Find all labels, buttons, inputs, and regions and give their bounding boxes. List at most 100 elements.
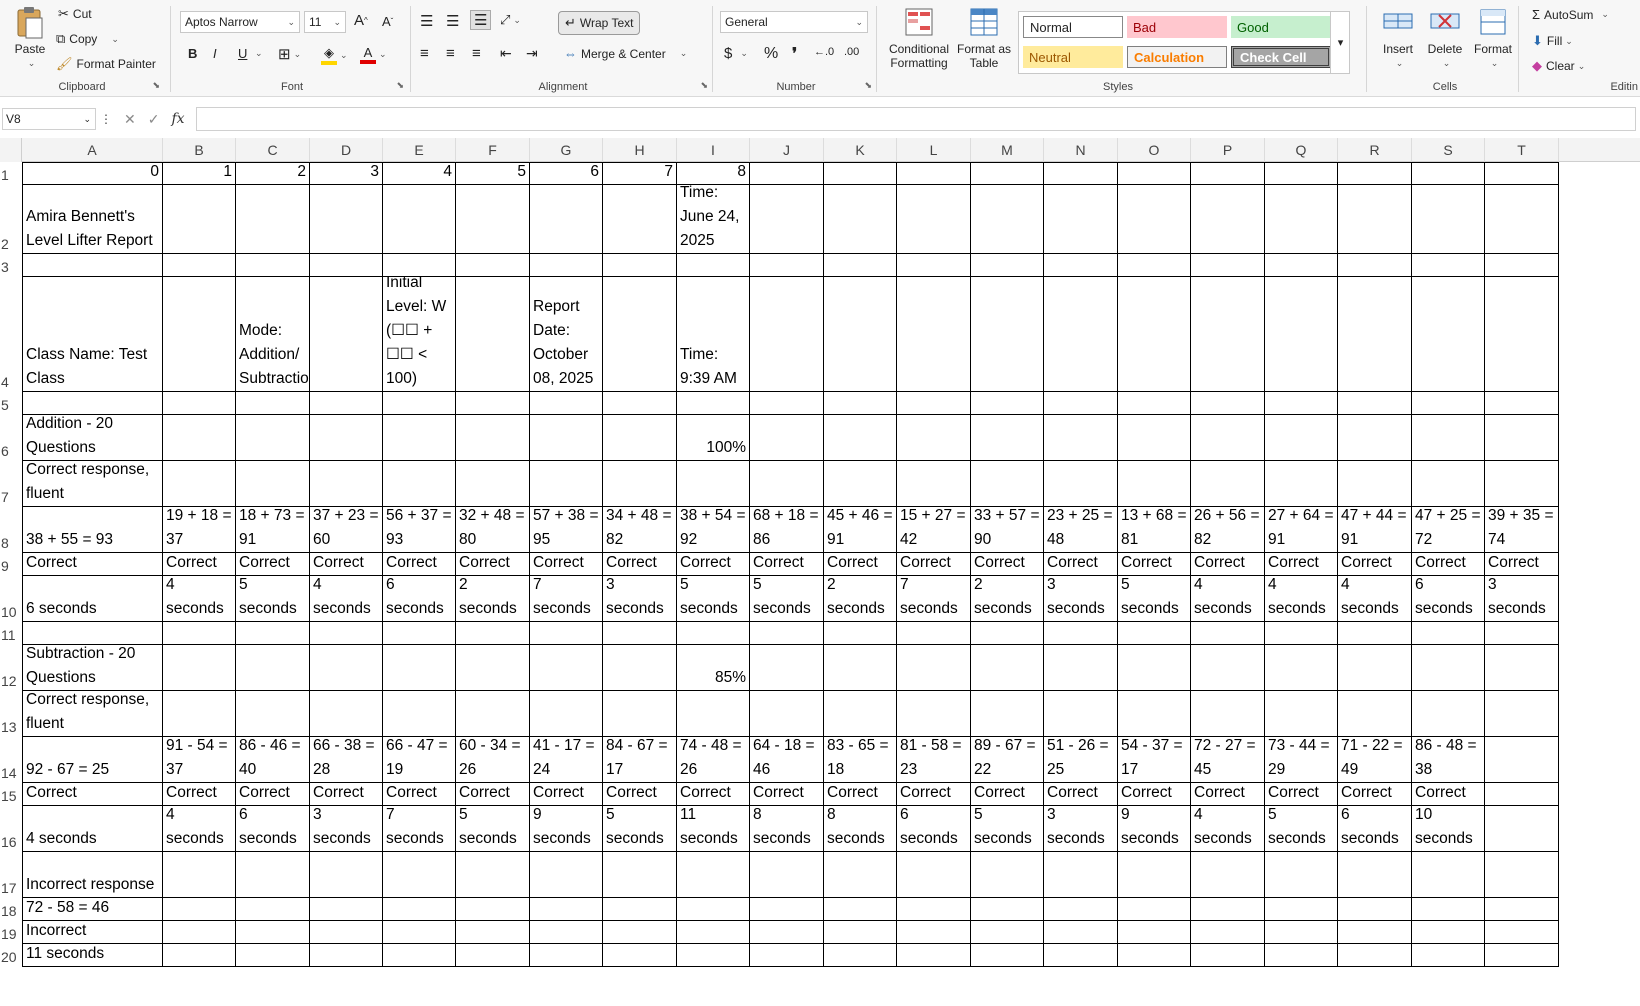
- cell-i1[interactable]: 8: [677, 162, 750, 185]
- cell-a10[interactable]: 6 seconds: [22, 576, 163, 622]
- cell-o7[interactable]: [1118, 461, 1191, 507]
- cell-b15[interactable]: Correct: [163, 783, 236, 806]
- cell-o18[interactable]: [1118, 898, 1191, 921]
- cell-a1[interactable]: 0: [22, 162, 163, 185]
- cell-h17[interactable]: [603, 852, 677, 898]
- align-left-icon[interactable]: ≡: [420, 45, 429, 62]
- cell-e6[interactable]: [383, 415, 456, 461]
- cell-e11[interactable]: [383, 622, 456, 645]
- cell-o3[interactable]: [1118, 254, 1191, 277]
- cell-s16[interactable]: 10 seconds: [1412, 806, 1485, 852]
- cell-h9[interactable]: Correct: [603, 553, 677, 576]
- cell-k14[interactable]: 83 - 65 = 18: [824, 737, 897, 783]
- percent-style-icon[interactable]: %: [764, 45, 778, 63]
- cell-j18[interactable]: [750, 898, 824, 921]
- cell-k12[interactable]: [824, 645, 897, 691]
- cell-h6[interactable]: [603, 415, 677, 461]
- cell-d5[interactable]: [310, 392, 383, 415]
- column-header-p[interactable]: P: [1191, 138, 1265, 162]
- cell-f18[interactable]: [456, 898, 530, 921]
- cell-j2[interactable]: [750, 185, 824, 254]
- cell-n8[interactable]: 23 + 25 = 48: [1044, 507, 1118, 553]
- cell-h4[interactable]: [603, 277, 677, 392]
- cell-s15[interactable]: Correct: [1412, 783, 1485, 806]
- middle-align-icon[interactable]: ☰: [446, 12, 459, 30]
- cell-i18[interactable]: [677, 898, 750, 921]
- fill-color-button[interactable]: ◈ ⌄: [321, 45, 348, 65]
- decrease-font-size-button[interactable]: Aˇ: [382, 14, 393, 29]
- cell-l13[interactable]: [897, 691, 971, 737]
- cell-i5[interactable]: [677, 392, 750, 415]
- number-launcher-icon[interactable]: ⬊: [864, 80, 872, 91]
- format-as-table-button[interactable]: Format as Table: [956, 6, 1012, 70]
- cell-g10[interactable]: 7 seconds: [530, 576, 603, 622]
- cell-o1[interactable]: [1118, 162, 1191, 185]
- cell-h18[interactable]: [603, 898, 677, 921]
- decrease-indent-icon[interactable]: ⇤: [500, 45, 512, 62]
- cell-r10[interactable]: 4 seconds: [1338, 576, 1412, 622]
- row-header-1[interactable]: 1: [0, 162, 22, 185]
- cell-a12[interactable]: Subtraction - 20 Questions: [22, 645, 163, 691]
- cell-e14[interactable]: 66 - 47 = 19: [383, 737, 456, 783]
- cell-k10[interactable]: 2 seconds: [824, 576, 897, 622]
- cell-l12[interactable]: [897, 645, 971, 691]
- cell-j15[interactable]: Correct: [750, 783, 824, 806]
- cell-j3[interactable]: [750, 254, 824, 277]
- cell-m2[interactable]: [971, 185, 1044, 254]
- cell-j5[interactable]: [750, 392, 824, 415]
- alignment-launcher-icon[interactable]: ⬊: [700, 80, 708, 91]
- cell-r16[interactable]: 6 seconds: [1338, 806, 1412, 852]
- cell-b13[interactable]: [163, 691, 236, 737]
- cell-c18[interactable]: [236, 898, 310, 921]
- cell-r5[interactable]: [1338, 392, 1412, 415]
- cell-d15[interactable]: Correct: [310, 783, 383, 806]
- cell-f17[interactable]: [456, 852, 530, 898]
- cell-h13[interactable]: [603, 691, 677, 737]
- cell-p3[interactable]: [1191, 254, 1265, 277]
- cell-b1[interactable]: 1: [163, 162, 236, 185]
- cell-e17[interactable]: [383, 852, 456, 898]
- cell-p2[interactable]: [1191, 185, 1265, 254]
- cell-i6[interactable]: 100%: [677, 415, 750, 461]
- cell-n15[interactable]: Correct: [1044, 783, 1118, 806]
- cell-m9[interactable]: Correct: [971, 553, 1044, 576]
- wrap-text-button[interactable]: ↵ Wrap Text: [558, 11, 641, 35]
- cell-p1[interactable]: [1191, 162, 1265, 185]
- cell-j19[interactable]: [750, 921, 824, 944]
- cell-a20[interactable]: 11 seconds: [22, 944, 163, 967]
- column-header-b[interactable]: B: [163, 138, 236, 162]
- cell-d8[interactable]: 37 + 23 = 60: [310, 507, 383, 553]
- cell-q20[interactable]: [1265, 944, 1338, 967]
- cell-n7[interactable]: [1044, 461, 1118, 507]
- cell-f12[interactable]: [456, 645, 530, 691]
- cell-t13[interactable]: [1485, 691, 1559, 737]
- cell-q13[interactable]: [1265, 691, 1338, 737]
- cell-b19[interactable]: [163, 921, 236, 944]
- cell-e4[interactable]: Initial Level: W (☐☐ + ☐☐ < 100): [383, 277, 456, 392]
- cell-s9[interactable]: Correct: [1412, 553, 1485, 576]
- cell-d20[interactable]: [310, 944, 383, 967]
- cell-j14[interactable]: 64 - 18 = 46: [750, 737, 824, 783]
- cell-l17[interactable]: [897, 852, 971, 898]
- column-header-a[interactable]: A: [22, 138, 163, 162]
- cell-m3[interactable]: [971, 254, 1044, 277]
- cell-f2[interactable]: [456, 185, 530, 254]
- cell-a3[interactable]: [22, 254, 163, 277]
- cell-d9[interactable]: Correct: [310, 553, 383, 576]
- cell-f3[interactable]: [456, 254, 530, 277]
- cell-i9[interactable]: Correct: [677, 553, 750, 576]
- cell-m14[interactable]: 89 - 67 = 22: [971, 737, 1044, 783]
- cell-b3[interactable]: [163, 254, 236, 277]
- cell-f7[interactable]: [456, 461, 530, 507]
- cell-h8[interactable]: 34 + 48 = 82: [603, 507, 677, 553]
- cell-l2[interactable]: [897, 185, 971, 254]
- cell-m1[interactable]: [971, 162, 1044, 185]
- cell-k3[interactable]: [824, 254, 897, 277]
- column-header-o[interactable]: O: [1118, 138, 1191, 162]
- cell-i10[interactable]: 5 seconds: [677, 576, 750, 622]
- cell-e16[interactable]: 7 seconds: [383, 806, 456, 852]
- cell-d7[interactable]: [310, 461, 383, 507]
- cell-h1[interactable]: 7: [603, 162, 677, 185]
- cell-r1[interactable]: [1338, 162, 1412, 185]
- cell-p7[interactable]: [1191, 461, 1265, 507]
